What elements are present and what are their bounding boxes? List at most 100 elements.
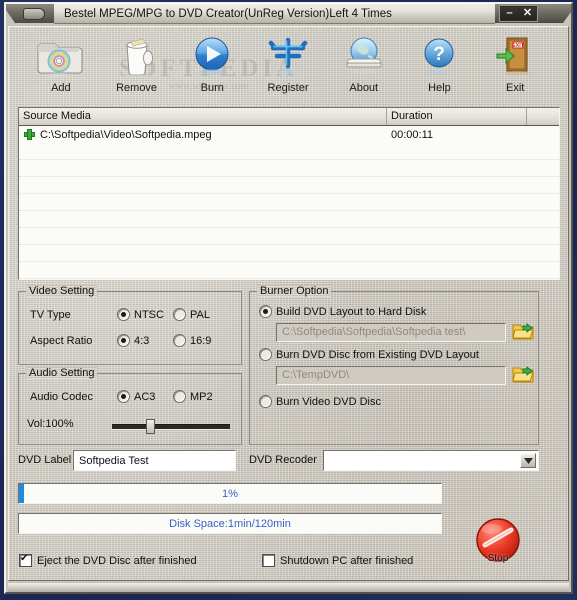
stop-button[interactable]: Stop (472, 514, 524, 569)
empty-row (19, 194, 559, 211)
radio-aspect-16-9[interactable]: 16:9 (173, 334, 211, 347)
checkbox-label-eject: Eject the DVD Disc after finished (37, 554, 197, 567)
radio-label-burn-from-layout: Burn DVD Disc from Existing DVD Layout (276, 348, 479, 361)
radio-label-burn-video-dvd-disc: Burn Video DVD Disc (276, 395, 381, 408)
radio-tv-type-ntsc[interactable]: NTSC (117, 308, 164, 321)
radio-label-ac3: AC3 (134, 390, 156, 403)
column-header-duration[interactable]: Duration (387, 108, 527, 125)
client-area: SOFTPEDIA www.softpedia.com (8, 26, 569, 581)
key-register-icon (265, 31, 311, 81)
browse-hard-disk-button[interactable] (512, 321, 534, 341)
radio-codec-ac3[interactable]: AC3 (117, 390, 155, 403)
toolbar-button-remove[interactable]: Remove (99, 31, 175, 105)
empty-row (19, 211, 559, 228)
dvd-label-input[interactable]: Softpedia Test (73, 450, 236, 471)
radio-tv-type-pal[interactable]: PAL (173, 308, 210, 321)
window-controls: – ✕ (499, 5, 538, 22)
audio-setting-group: Audio Setting Audio Codec AC3 MP2 Vol:10… (18, 367, 242, 445)
dvd-label-caption: DVD Label (18, 454, 72, 466)
cell-source-media-text: C:\Softpedia\Video\Softpedia.mpeg (40, 128, 212, 141)
radio-build-dvd-layout[interactable]: Build DVD Layout to Hard Disk (259, 305, 426, 318)
empty-row (19, 160, 559, 177)
checkbox-eject-dvd[interactable]: Eject the DVD Disc after finished (19, 553, 197, 567)
minimize-button[interactable]: – (501, 7, 518, 20)
empty-row (19, 228, 559, 245)
volume-label: Vol:100% (27, 418, 74, 430)
checkbox-box-shutdown (262, 554, 275, 567)
cell-duration: 00:00:11 (391, 128, 434, 141)
toolbar-button-register[interactable]: Register (250, 31, 326, 105)
radio-dot-burn-video-dvd-disc (259, 395, 272, 408)
radio-dot-4-3 (117, 334, 130, 347)
column-header-extra[interactable] (527, 108, 559, 125)
video-setting-title: Video Setting (26, 285, 98, 297)
green-plus-icon (24, 129, 35, 140)
radio-dot-ac3 (117, 390, 130, 403)
toolbar-button-burn[interactable]: Burn (174, 31, 250, 105)
add-folder-disc-icon (37, 31, 85, 81)
media-list[interactable]: Source Media Duration C:\Softpedia\Video… (18, 107, 560, 280)
empty-row (19, 262, 559, 279)
burn-progress-text: 1% (222, 487, 238, 500)
chevron-down-icon[interactable] (520, 453, 536, 468)
burn-progress-fill (19, 484, 24, 503)
toolbar-label-exit: Exit (506, 82, 525, 94)
radio-label-pal: PAL (190, 308, 210, 321)
radio-dot-pal (173, 308, 186, 321)
window-title: Bestel MPEG/MPG to DVD Creator(UnReg Ver… (64, 7, 392, 20)
checkbox-shutdown-pc[interactable]: Shutdown PC after finished (262, 554, 413, 567)
audio-codec-label: Audio Codec (30, 391, 93, 403)
toolbar-button-exit[interactable]: EXIT Exit (477, 31, 553, 105)
video-setting-group: Video Setting TV Type NTSC PAL Aspect Ra… (18, 285, 242, 365)
radio-burn-video-dvd-disc[interactable]: Burn Video DVD Disc (259, 395, 381, 408)
media-list-header: Source Media Duration (19, 108, 559, 126)
column-header-source-media[interactable]: Source Media (19, 108, 387, 125)
question-help-icon: ? (417, 31, 461, 81)
radio-dot-16-9 (173, 334, 186, 347)
radio-aspect-4-3[interactable]: 4:3 (117, 334, 149, 347)
svg-text:EXIT: EXIT (512, 43, 525, 49)
close-button[interactable]: ✕ (519, 7, 536, 20)
empty-row (19, 143, 559, 160)
dvd-recoder-combobox[interactable] (323, 450, 539, 471)
radio-label-16-9: 16:9 (190, 334, 212, 347)
radio-dot-burn-from-layout (259, 348, 272, 361)
svg-text:?: ? (434, 44, 446, 65)
title-bar-left-cap (6, 4, 54, 23)
main-toolbar: Add Remove Burn Register About ? Help EX… (23, 31, 553, 105)
hard-disk-path-field[interactable]: C:\Softpedia\Softpedia\Softpedia test\ (276, 323, 506, 342)
toolbar-label-burn: Burn (200, 82, 224, 94)
toolbar-label-add: Add (51, 82, 71, 94)
radio-burn-from-layout[interactable]: Burn DVD Disc from Existing DVD Layout (259, 348, 479, 361)
title-bar-right-cap: – ✕ (495, 4, 571, 23)
table-row[interactable]: C:\Softpedia\Video\Softpedia.mpeg 00:00:… (19, 126, 559, 143)
toolbar-button-about[interactable]: About (326, 31, 402, 105)
radio-codec-mp2[interactable]: MP2 (173, 390, 213, 403)
globe-about-icon (342, 31, 386, 81)
window-bottom-bevel (8, 583, 569, 592)
exit-door-icon: EXIT (493, 31, 537, 81)
toolbar-button-add[interactable]: Add (23, 31, 99, 105)
open-folder-icon (512, 365, 534, 383)
checkbox-box-eject (19, 553, 32, 567)
radio-label-4-3: 4:3 (134, 334, 150, 347)
media-list-body[interactable]: C:\Softpedia\Video\Softpedia.mpeg 00:00:… (19, 126, 559, 280)
title-bar-center[interactable]: Bestel MPEG/MPG to DVD Creator(UnReg Ver… (54, 3, 495, 24)
toolbar-button-help[interactable]: ? Help (402, 31, 478, 105)
desktop-background: Bestel MPEG/MPG to DVD Creator(UnReg Ver… (0, 0, 577, 600)
existing-layout-path-field[interactable]: C:\TempDVD\ (276, 366, 506, 385)
empty-row-separators (19, 143, 559, 280)
toolbar-label-about: About (349, 82, 379, 94)
radio-dot-mp2 (173, 390, 186, 403)
volume-slider[interactable] (112, 424, 230, 429)
toolbar-label-register: Register (267, 82, 309, 94)
empty-row (19, 177, 559, 194)
volume-slider-thumb[interactable] (146, 419, 155, 434)
radio-dot-ntsc (117, 308, 130, 321)
app-system-icon[interactable] (23, 7, 45, 20)
checkbox-label-shutdown: Shutdown PC after finished (280, 554, 414, 567)
browse-existing-layout-button[interactable] (512, 364, 534, 384)
burner-option-title: Burner Option (257, 285, 332, 297)
radio-label-ntsc: NTSC (134, 308, 164, 321)
radio-label-build-dvd-layout: Build DVD Layout to Hard Disk (276, 305, 427, 318)
